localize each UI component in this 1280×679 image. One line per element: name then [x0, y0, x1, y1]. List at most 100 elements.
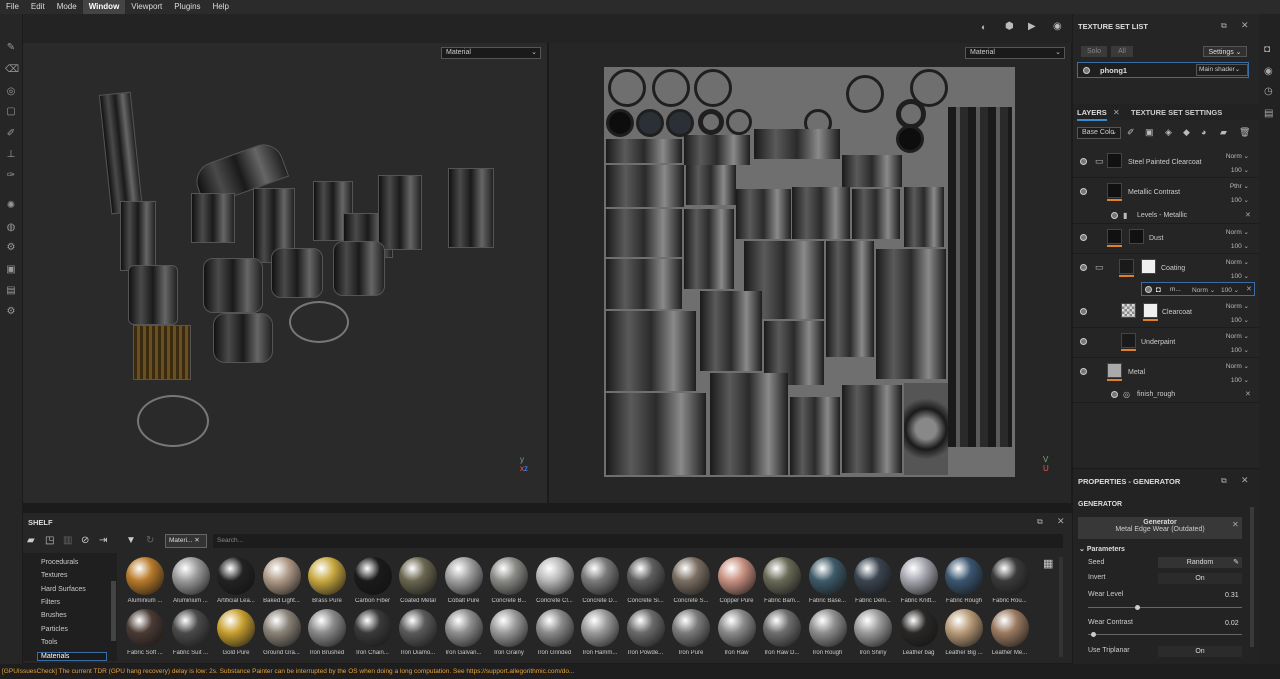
effect-row[interactable]: ◎ finish_rough ✕: [1073, 387, 1259, 403]
float-panel-icon[interactable]: ⧉: [1221, 21, 1227, 31]
grid-view-icon[interactable]: ▦: [1043, 557, 1053, 570]
blend-mode[interactable]: Norm ⌄: [1226, 362, 1249, 370]
close-icon[interactable]: ✕: [1245, 211, 1251, 219]
material-tile[interactable]: Copper Pure: [715, 557, 759, 604]
texture-set-row[interactable]: phong1 Main shader⌄: [1077, 62, 1249, 78]
wear-contrast-slider[interactable]: [1088, 634, 1242, 635]
layer-row[interactable]: Metal Norm ⌄ 100 ⌄: [1073, 358, 1259, 386]
menu-mode[interactable]: Mode: [51, 0, 83, 14]
menu-file[interactable]: File: [0, 0, 25, 14]
wear-level-slider-handle[interactable]: [1135, 605, 1140, 610]
paint-brush-icon[interactable]: ✎: [5, 42, 17, 54]
camera-light-icon[interactable]: ◍: [5, 222, 17, 234]
menu-plugins[interactable]: Plugins: [168, 0, 206, 14]
history-icon[interactable]: ◷: [1264, 86, 1273, 97]
sun-icon[interactable]: ✺: [5, 200, 17, 212]
blend-mode[interactable]: Norm ⌄: [1226, 302, 1249, 310]
viewport-3d[interactable]: Material ⌄ y xz: [23, 43, 547, 503]
material-tile[interactable]: Artificial Lea...: [214, 557, 258, 604]
material-tile[interactable]: Iron Hamm...: [578, 609, 622, 656]
material-tile[interactable]: Concrete S...: [669, 557, 713, 604]
all-button[interactable]: All: [1111, 46, 1133, 57]
shelf-category[interactable]: Tools: [41, 639, 57, 646]
close-icon[interactable]: ✕: [1232, 520, 1239, 529]
chat-icon[interactable]: ◘: [1264, 44, 1270, 55]
blend-mode[interactable]: Norm ⌄: [1226, 332, 1249, 340]
float-panel-icon[interactable]: ⧉: [1037, 517, 1043, 527]
add-folder-icon[interactable]: ▰: [1220, 127, 1227, 138]
blend-mode[interactable]: Norm ⌄: [1226, 258, 1249, 266]
material-tile[interactable]: Iron Raw D...: [760, 609, 804, 656]
menu-edit[interactable]: Edit: [25, 0, 51, 14]
float-panel-icon[interactable]: ⧉: [1221, 476, 1227, 486]
filter-chip[interactable]: Materi... ✕: [165, 534, 207, 548]
add-mask-icon[interactable]: ▣: [1145, 127, 1154, 138]
effect-row[interactable]: ▮ Levels - Metallic ✕: [1073, 208, 1259, 224]
cube-icon[interactable]: ⬢: [1005, 21, 1014, 32]
visibility-icon[interactable]: [1080, 264, 1087, 271]
material-tile[interactable]: Iron Rough: [806, 609, 850, 656]
blend-mode[interactable]: Norm ⌄: [1226, 152, 1249, 160]
layer-row[interactable]: ▭ Steel Painted Clearcoat Norm ⌄ 100 ⌄: [1073, 148, 1259, 178]
render-mode-icon[interactable]: ◐: [981, 22, 986, 32]
tab-texture-set-settings[interactable]: TEXTURE SET SETTINGS: [1131, 108, 1222, 117]
material-tile[interactable]: Concrete Si...: [624, 557, 668, 604]
shelf-category[interactable]: Brushes: [41, 612, 67, 619]
viewport-3d-channel-dropdown[interactable]: Material ⌄: [441, 47, 541, 59]
picker-icon[interactable]: ✑: [5, 170, 17, 182]
smudge-icon[interactable]: ✐: [5, 128, 17, 140]
material-tile[interactable]: Iron Chain...: [351, 609, 395, 656]
material-tile[interactable]: Iron Raw: [715, 609, 759, 656]
material-tile[interactable]: Iron Pure: [669, 609, 713, 656]
layer-row[interactable]: Metallic Contrast Pthr ⌄ 100 ⌄: [1073, 178, 1259, 204]
layer-row[interactable]: Dust Norm ⌄ 100 ⌄: [1073, 224, 1259, 254]
material-tile[interactable]: Iron Diamo...: [396, 609, 440, 656]
settings-dropdown[interactable]: Settings ⌄: [1203, 46, 1247, 57]
visibility-icon[interactable]: [1111, 212, 1118, 219]
material-tile[interactable]: Gold Pure: [214, 609, 258, 656]
wear-level-slider[interactable]: [1088, 607, 1242, 608]
import-icon[interactable]: ⇥: [99, 535, 107, 546]
menu-window[interactable]: Window: [82, 0, 126, 14]
material-tile[interactable]: Brass Pure: [305, 557, 349, 604]
refresh-icon[interactable]: ↻: [146, 535, 154, 546]
opacity-value[interactable]: 100 ⌄: [1231, 376, 1249, 384]
layer-channel-dropdown[interactable]: Base Colo ⌄: [1077, 127, 1121, 139]
menu-viewport[interactable]: Viewport: [125, 0, 168, 14]
material-tile[interactable]: Ground Gra...: [260, 609, 304, 656]
filter-icon[interactable]: ▼: [126, 535, 136, 546]
material-tile[interactable]: Fabric Bam...: [760, 557, 804, 604]
viewport-2d-channel-dropdown[interactable]: Material ⌄: [965, 47, 1065, 59]
close-icon[interactable]: ✕: [1246, 285, 1252, 293]
wear-contrast-slider-handle[interactable]: [1091, 632, 1096, 637]
shelf-category[interactable]: Textures: [41, 572, 67, 579]
display-settings-icon[interactable]: ◉: [1264, 66, 1273, 77]
close-icon[interactable]: ✕: [1241, 20, 1249, 31]
opacity-value[interactable]: 100 ⌄: [1231, 166, 1249, 174]
visibility-icon[interactable]: [1080, 234, 1087, 241]
material-tile[interactable]: Coated Metal: [396, 557, 440, 604]
material-tile[interactable]: Concrete Cl...: [533, 557, 577, 604]
properties-scrollbar[interactable]: [1250, 507, 1254, 647]
invert-toggle[interactable]: On: [1158, 573, 1242, 584]
trash-icon[interactable]: 🗑: [1239, 127, 1250, 138]
layer-row[interactable]: Clearcoat Norm ⌄ 100 ⌄: [1073, 298, 1259, 328]
opacity-value[interactable]: 100 ⌄: [1231, 272, 1249, 280]
opacity-value[interactable]: 100 ⌄: [1231, 196, 1249, 204]
shelf-category[interactable]: Hard Surfaces: [41, 586, 86, 593]
shelf-category[interactable]: Filters: [41, 599, 60, 606]
close-icon[interactable]: ✕: [1057, 516, 1065, 527]
search-input[interactable]: Search...: [213, 534, 1063, 548]
paint-bucket-icon[interactable]: ◆: [1183, 127, 1190, 138]
clone-icon[interactable]: ⊥: [5, 149, 17, 161]
triplanar-toggle[interactable]: On: [1158, 646, 1242, 657]
eraser-icon[interactable]: ⌫: [5, 64, 19, 76]
material-tile[interactable]: Aluminium ...: [123, 557, 167, 604]
material-tile[interactable]: Carbon Fiber: [351, 557, 395, 604]
polygon-fill-icon[interactable]: ▢: [5, 106, 17, 118]
material-tile[interactable]: Concrete B...: [487, 557, 531, 604]
material-tile[interactable]: Fabric Rou...: [988, 557, 1032, 604]
wear-contrast-value[interactable]: 0.02: [1225, 620, 1239, 627]
visibility-icon[interactable]: [1080, 338, 1087, 345]
parameters-header[interactable]: ⌄ Parameters: [1079, 545, 1125, 553]
